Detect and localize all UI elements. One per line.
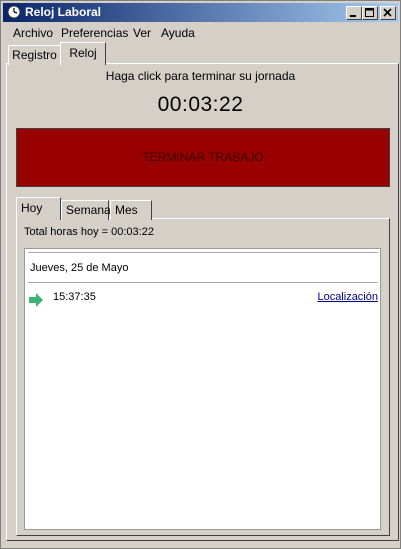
menu-preferencias[interactable]: Preferencias (61, 26, 128, 40)
maximize-icon (365, 8, 374, 17)
tab-reloj[interactable]: Reloj (60, 42, 106, 65)
entry-time: 15:37:35 (53, 291, 96, 303)
tab-mes[interactable]: Mes (110, 200, 152, 220)
tab-registro[interactable]: Registro (8, 45, 61, 65)
tab-semana[interactable]: Semana (61, 200, 111, 220)
maximize-button[interactable] (362, 6, 378, 20)
menu-ayuda[interactable]: Ayuda (161, 26, 195, 40)
menu-archivo[interactable]: Archivo (13, 26, 53, 40)
stop-work-button[interactable]: TERMINAR TRABAJO (16, 128, 390, 187)
day-title: Jueves, 25 de Mayo (30, 262, 129, 274)
close-icon (383, 8, 392, 17)
minimize-button[interactable] (346, 6, 362, 20)
title-bar[interactable]: Reloj Laboral (3, 3, 398, 22)
tab-hoy[interactable]: Hoy (16, 197, 61, 220)
arrow-right-icon (29, 293, 43, 307)
window-title: Reloj Laboral (25, 5, 102, 19)
instruction-text: Haga click para terminar su jornada (105, 69, 296, 83)
clock-icon (7, 5, 21, 19)
divider (28, 282, 378, 283)
location-link[interactable]: Localización (317, 291, 378, 304)
menu-ver[interactable]: Ver (133, 26, 151, 40)
divider (28, 252, 378, 253)
elapsed-timer: 00:03:22 (157, 93, 244, 116)
minimize-icon (350, 15, 356, 17)
close-button[interactable] (380, 6, 396, 20)
total-hours-label: Total horas hoy = 00:03:22 (24, 226, 154, 238)
menu-bar: Archivo Preferencias Ver Ayuda (3, 24, 398, 42)
